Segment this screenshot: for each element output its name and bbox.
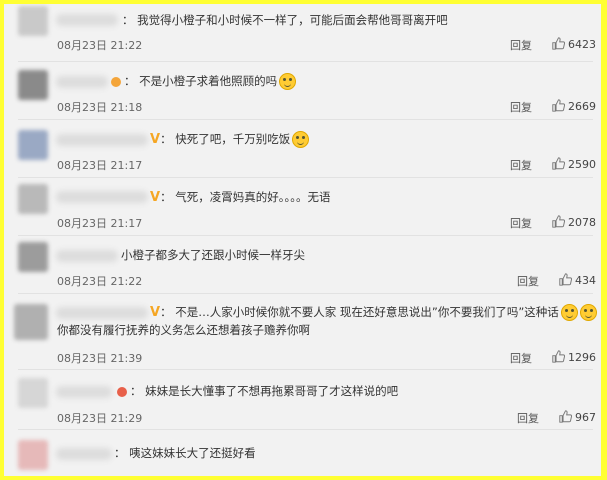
- comment-time: 08月23日 21:22: [57, 39, 143, 52]
- username[interactable]: [56, 307, 148, 319]
- comment-time: 08月23日 21:18: [57, 101, 143, 114]
- thumbs-up-icon: [552, 37, 566, 50]
- comment-time: 08月23日 21:29: [57, 412, 143, 425]
- like-count: 2590: [568, 158, 596, 171]
- comment-item: ： 妹妹是长大懂事了不想再拖累哥哥了才这样说的吧 08月23日 21:29 回复…: [4, 370, 601, 430]
- verified-v-icon: V: [150, 132, 161, 147]
- comment-text: ： 我觉得小橙子和小时候不一样了，可能后面会帮他哥哥离开吧: [122, 13, 448, 27]
- reply-button[interactable]: 回复: [510, 215, 532, 231]
- comment-item: ： 我觉得小橙子和小时候不一样了，可能后面会帮他哥哥离开吧 08月23日 21:…: [4, 4, 601, 62]
- comment-list: ： 我觉得小橙子和小时候不一样了，可能后面会帮他哥哥离开吧 08月23日 21:…: [4, 4, 601, 476]
- thumbs-up-icon: [552, 157, 566, 170]
- thumbs-up-icon: [559, 273, 573, 286]
- reply-button[interactable]: 回复: [517, 410, 539, 426]
- comment-item: ： 咦这妹妹长大了还挺好看: [4, 430, 601, 476]
- like-button[interactable]: 1296: [552, 350, 596, 364]
- comment-text-line2: 你都没有履行抚养的义务怎么还想着孩子赡养你啊: [57, 323, 310, 337]
- like-button[interactable]: 6423: [552, 37, 596, 51]
- sweat-smile-emoji-icon: [560, 304, 578, 321]
- comment-item: V： 快死了吧，千万别吃饭 08月23日 21:17 回复 2590: [4, 120, 601, 178]
- like-button[interactable]: 2078: [552, 215, 596, 229]
- username[interactable]: [56, 448, 112, 460]
- username[interactable]: [56, 134, 148, 146]
- comment-time: 08月23日 21:17: [57, 217, 143, 230]
- thumbs-up-icon: [552, 350, 566, 363]
- comment-text: V： 不是…人家小时候你就不要人家 现在还好意思说出”你不要我们了吗”这种话: [150, 304, 597, 321]
- avatar[interactable]: [18, 184, 48, 214]
- comment-time: 08月23日 21:22: [57, 275, 143, 288]
- like-count: 434: [575, 274, 596, 287]
- verified-v-icon: V: [150, 305, 161, 320]
- avatar[interactable]: [18, 6, 48, 36]
- comment-item: V： 气死，凌霄妈真的好。。。。无语 08月23日 21:17 回复 2078: [4, 178, 601, 236]
- laughing-emoji-icon: [279, 73, 297, 90]
- reply-button[interactable]: 回复: [510, 37, 532, 53]
- like-button[interactable]: 2669: [552, 99, 596, 113]
- avatar[interactable]: [18, 130, 48, 160]
- badge-icon: [111, 76, 121, 87]
- comment-time: 08月23日 21:39: [57, 352, 143, 365]
- avatar[interactable]: [18, 242, 48, 272]
- comment-text: ： 妹妹是长大懂事了不想再拖累哥哥了才这样说的吧: [114, 383, 398, 399]
- like-count: 2078: [568, 216, 596, 229]
- username[interactable]: [56, 250, 118, 262]
- comment-text: 小橙子都多大了还跟小时候一样牙尖: [121, 248, 305, 262]
- like-button[interactable]: 2590: [552, 157, 596, 171]
- avatar[interactable]: [18, 440, 48, 470]
- comment-text: ： 咦这妹妹长大了还挺好看: [114, 446, 256, 460]
- thumbs-up-icon: [552, 99, 566, 112]
- comment-item: V： 不是…人家小时候你就不要人家 现在还好意思说出”你不要我们了吗”这种话 你…: [4, 294, 601, 370]
- thumbs-up-icon: [552, 215, 566, 228]
- like-count: 6423: [568, 38, 596, 51]
- username[interactable]: [56, 386, 112, 398]
- username[interactable]: [56, 76, 108, 88]
- comment-text: V： 气死，凌霄妈真的好。。。。无语: [150, 190, 331, 205]
- username[interactable]: [56, 191, 148, 203]
- comment-time: 08月23日 21:17: [57, 159, 143, 172]
- like-count: 967: [575, 411, 596, 424]
- badge-icon: [117, 386, 127, 397]
- reply-button[interactable]: 回复: [510, 99, 532, 115]
- like-button[interactable]: 967: [559, 410, 596, 424]
- thumbs-up-icon: [559, 410, 573, 423]
- like-count: 2669: [568, 100, 596, 113]
- avatar[interactable]: [14, 304, 48, 340]
- reply-button[interactable]: 回复: [517, 273, 539, 289]
- reply-button[interactable]: 回复: [510, 157, 532, 173]
- comment-text: V： 快死了吧，千万别吃饭: [150, 131, 310, 148]
- avatar[interactable]: [18, 378, 48, 408]
- verified-v-icon: V: [150, 190, 161, 205]
- comment-text: ： 不是小橙子求着他照顾的吗: [108, 73, 297, 90]
- comment-item: 小橙子都多大了还跟小时候一样牙尖 08月23日 21:22 回复 434: [4, 236, 601, 294]
- like-count: 1296: [568, 351, 596, 364]
- username[interactable]: [56, 14, 118, 26]
- reply-button[interactable]: 回复: [510, 350, 532, 366]
- comment-item: ： 不是小橙子求着他照顾的吗 08月23日 21:18 回复 2669: [4, 62, 601, 120]
- smile-emoji-icon: [292, 131, 310, 148]
- like-button[interactable]: 434: [559, 273, 596, 287]
- sweat-smile-emoji-icon: [579, 304, 597, 321]
- avatar[interactable]: [18, 70, 48, 100]
